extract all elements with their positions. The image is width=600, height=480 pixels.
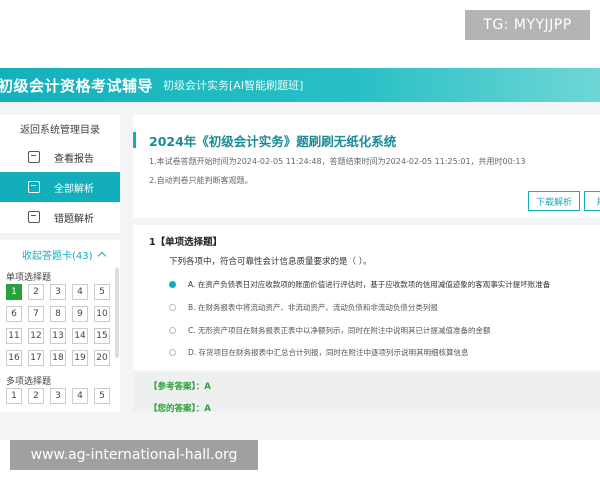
redo-button[interactable]: 刷: [584, 191, 600, 211]
sidebar-item-all-analysis[interactable]: 全部解析: [0, 172, 120, 202]
answer-card-cell[interactable]: 4: [72, 388, 88, 404]
your-answer: 【您的答案】：A: [149, 404, 211, 414]
answer-card-cell[interactable]: 5: [94, 388, 110, 404]
answer-card-cell[interactable]: 14: [72, 328, 88, 344]
sidebar-item-label: 错题解析: [54, 213, 94, 225]
sidebar-item-wrong-analysis[interactable]: 错题解析: [0, 202, 120, 232]
wrong-answer-icon: [28, 211, 40, 223]
sidebar-item-report[interactable]: 查看报告: [0, 142, 120, 172]
option-b[interactable]: B. 在财务报表中将流动资产、非流动资产、流动负债和非流动负债分类列报: [169, 302, 438, 313]
option-text: C. 无形资产项目在财务报表正表中以净额列示，同时在附注中说明其已计提减值准备的…: [188, 326, 491, 335]
sidebar-item-label: 全部解析: [54, 183, 94, 195]
option-text: D. 存货项目在财务报表中汇总合计列报，同时在附注中逐项列示说明其明细核算信息: [188, 348, 469, 357]
grading-tip: 2.自动判卷只能判断客观题。: [149, 176, 253, 185]
answer-card-panel: 收起答题卡(43) 单项选择题 1 2 3 4 5 6 7 8 9 10 11 12 13 14 15 16 1…: [0, 240, 120, 412]
question-stem: 下列各项中，符合可靠性会计信息质量要求的是（ ）。: [169, 257, 372, 267]
radio-selected-icon: [169, 281, 176, 288]
watermark-bottom: www.ag-international-hall.org: [10, 440, 258, 470]
answer-card-cell[interactable]: 1: [6, 284, 22, 300]
answer-card-cell[interactable]: 7: [28, 306, 44, 322]
answer-card-cell[interactable]: 17: [28, 350, 44, 366]
multi-choice-grid: 12345: [0, 388, 120, 404]
answer-card-cell[interactable]: 20: [94, 350, 110, 366]
question-type: 1【单项选择题】: [149, 237, 223, 248]
answer-card-cell[interactable]: 2: [28, 388, 44, 404]
question-panel: 1【单项选择题】 下列各项中，符合可靠性会计信息质量要求的是（ ）。 A. 在资…: [133, 225, 600, 370]
option-d[interactable]: D. 存货项目在财务报表中汇总合计列报，同时在附注中逐项列示说明其明细核算信息: [169, 347, 469, 358]
answer-card-cell[interactable]: 18: [50, 350, 66, 366]
single-choice-grid: 1 2 3 4 5 6 7 8 9 10 11 12 13 14 15 16 17 18 19 20: [0, 284, 120, 366]
course-subtitle: 初级会计实务[AI智能刷题班]: [163, 79, 304, 92]
exam-header-panel: 2024年《初级会计实务》题刷刷无纸化系统 1.本试卷答题开始时间为2024-0…: [133, 115, 600, 218]
report-icon: [28, 151, 40, 163]
answer-card-cell[interactable]: 3: [50, 388, 66, 404]
answer-card-cell[interactable]: 4: [72, 284, 88, 300]
download-analysis-button[interactable]: 下载解析: [528, 191, 580, 211]
option-a[interactable]: A. 在资产负债表日对应收款项的账面价值进行评估时，基于应收款项的信用减值迹象的…: [169, 279, 550, 290]
answer-card-cell[interactable]: 1: [6, 388, 22, 404]
answer-card-cell[interactable]: 8: [50, 306, 66, 322]
answer-card-cell[interactable]: 9: [72, 306, 88, 322]
back-to-directory-link[interactable]: 返回系统管理目录: [0, 115, 120, 142]
answer-card-cell[interactable]: 12: [28, 328, 44, 344]
answer-card-cell[interactable]: 10: [94, 306, 110, 322]
sidebar-item-label: 查看报告: [54, 153, 94, 165]
radio-icon: [169, 349, 176, 356]
chevron-up-icon: [97, 251, 106, 261]
answer-card-cell[interactable]: 13: [50, 328, 66, 344]
title-accent-bar: [133, 132, 136, 148]
answer-card-scrollbar[interactable]: [115, 268, 119, 358]
answer-card-cell[interactable]: 11: [6, 328, 22, 344]
answer-panel: 【参考答案】：A 【您的答案】：A: [133, 372, 600, 414]
answer-card-title: 收起答题卡(43): [22, 250, 93, 262]
answer-card-cell[interactable]: 15: [94, 328, 110, 344]
answer-card-cell[interactable]: 3: [50, 284, 66, 300]
reference-answer: 【参考答案】：A: [149, 382, 211, 392]
app-header: 初级会计资格考试辅导 初级会计实务[AI智能刷题班]: [0, 68, 600, 102]
answer-card-cell[interactable]: 19: [72, 350, 88, 366]
radio-icon: [169, 327, 176, 334]
option-text: A. 在资产负债表日对应收款项的账面价值进行评估时，基于应收款项的信用减值迹象的…: [188, 280, 551, 289]
option-text: B. 在财务报表中将流动资产、非流动资产、流动负债和非流动负债分类列报: [188, 303, 438, 312]
watermark-top: TG: MYYJJPP: [465, 10, 590, 40]
answer-card-cell[interactable]: 5: [94, 284, 110, 300]
option-c[interactable]: C. 无形资产项目在财务报表正表中以净额列示，同时在附注中说明其已计提减值准备的…: [169, 325, 491, 336]
sidebar: 返回系统管理目录 查看报告 全部解析 错题解析: [0, 115, 120, 233]
multi-choice-label: 多项选择题: [6, 376, 52, 387]
brand-title: 初级会计资格考试辅导: [0, 76, 154, 95]
analysis-icon: [28, 181, 40, 193]
answer-card-cell[interactable]: 2: [28, 284, 44, 300]
page-title: 2024年《初级会计实务》题刷刷无纸化系统: [149, 134, 397, 149]
answer-card-cell[interactable]: 6: [6, 306, 22, 322]
exam-time-info: 1.本试卷答题开始时间为2024-02-05 11:24:48，答题结束时间为2…: [149, 157, 526, 166]
radio-icon: [169, 304, 176, 311]
single-choice-label: 单项选择题: [6, 272, 52, 283]
answer-card-cell[interactable]: 16: [6, 350, 22, 366]
collapse-answer-card-toggle[interactable]: 收起答题卡(43): [0, 240, 120, 268]
